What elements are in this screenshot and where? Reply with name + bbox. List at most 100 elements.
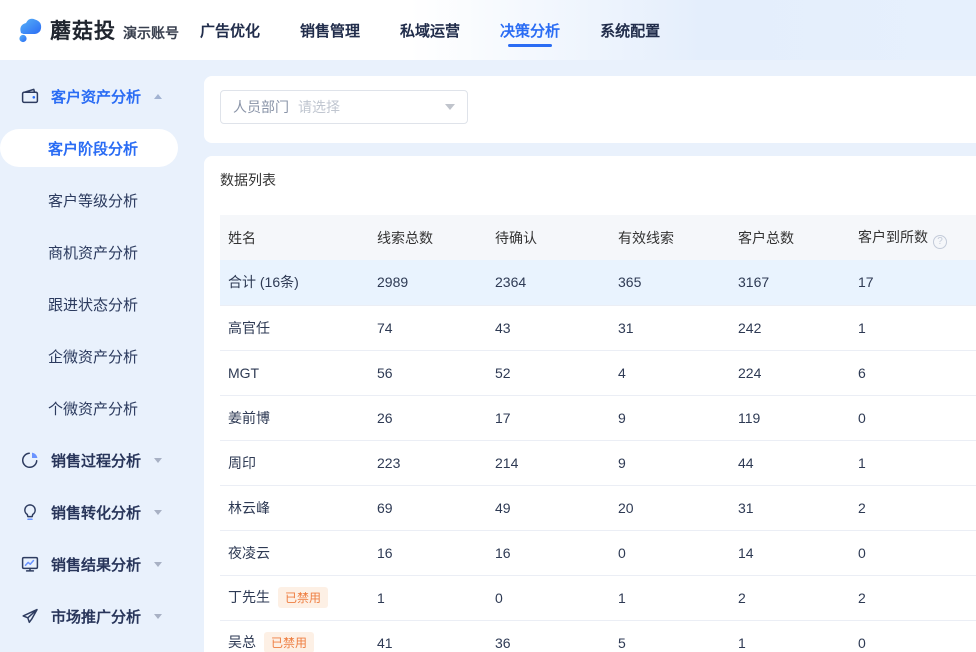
disabled-badge: 已禁用 <box>264 632 314 652</box>
data-table: 姓名线索总数待确认有效线索客户总数客户到所数? 合计 (16条)29892364… <box>220 215 976 652</box>
cell-total-customers: 14 <box>730 530 850 575</box>
sidebar-group-label: 客户资产分析 <box>51 86 141 107</box>
filter-card: 人员部门 请选择 <box>204 76 976 143</box>
pie-chart-icon <box>20 450 40 470</box>
table-header-row: 姓名线索总数待确认有效线索客户总数客户到所数? <box>220 215 976 260</box>
cell-total-customers: 224 <box>730 350 850 395</box>
cell-customers-arrived: 2 <box>850 485 976 530</box>
cell-valid-leads: 9 <box>610 440 730 485</box>
cell-total-customers: 31 <box>730 485 850 530</box>
cell-total-leads: 74 <box>369 305 487 350</box>
cell-total-leads: 56 <box>369 350 487 395</box>
cell-total-customers: 1 <box>730 620 850 652</box>
cell-valid-leads: 31 <box>610 305 730 350</box>
column-header-valid-leads: 有效线索 <box>610 215 730 260</box>
sidebar-item-wecom-asset[interactable]: 企微资产分析 <box>0 330 200 382</box>
monitor-chart-icon <box>20 554 40 574</box>
sidebar-group-sales-process[interactable]: 销售过程分析 <box>0 434 200 486</box>
cell-total-leads: 26 <box>369 395 487 440</box>
caret-up-icon <box>154 94 162 99</box>
nav-item-private-domain[interactable]: 私域运营 <box>400 0 460 60</box>
cell-customers-arrived: 0 <box>850 530 976 575</box>
cell-pending-confirm: 16 <box>487 530 610 575</box>
table-row: MGT565242246 <box>220 350 976 395</box>
sidebar-group-label: 销售转化分析 <box>51 502 141 523</box>
app-logo[interactable]: 蘑菇投 演示账号 <box>14 14 179 46</box>
cell-total-leads: 1 <box>369 575 487 620</box>
section-title: 数据列表 <box>220 170 976 190</box>
table-row: 林云峰694920312 <box>220 485 976 530</box>
caret-down-icon <box>154 510 162 515</box>
column-header-pending-confirm: 待确认 <box>487 215 610 260</box>
cell-name: 合计 (16条) <box>220 260 369 305</box>
nav-item-sales-management[interactable]: 销售管理 <box>300 0 360 60</box>
sidebar-group-label: 市场推广分析 <box>51 606 141 627</box>
cell-total-customers: 242 <box>730 305 850 350</box>
caret-down-icon <box>154 458 162 463</box>
department-select[interactable]: 人员部门 请选择 <box>220 90 468 124</box>
caret-down-icon <box>154 614 162 619</box>
cell-total-leads: 223 <box>369 440 487 485</box>
cell-valid-leads: 0 <box>610 530 730 575</box>
cell-total-customers: 2 <box>730 575 850 620</box>
cell-valid-leads: 4 <box>610 350 730 395</box>
top-nav: 广告优化销售管理私域运营决策分析系统配置 <box>200 0 700 60</box>
sidebar-item-customer-stage[interactable]: 客户阶段分析 <box>0 129 178 167</box>
cell-total-leads: 2989 <box>369 260 487 305</box>
cell-total-customers: 44 <box>730 440 850 485</box>
cell-pending-confirm: 17 <box>487 395 610 440</box>
table-row: 周印2232149441 <box>220 440 976 485</box>
cell-customers-arrived: 17 <box>850 260 976 305</box>
cell-name: 吴总已禁用 <box>220 620 369 652</box>
cell-pending-confirm: 43 <box>487 305 610 350</box>
sidebar-group-sales-result[interactable]: 销售结果分析 <box>0 538 200 590</box>
table-row: 高官任7443312421 <box>220 305 976 350</box>
table-body: 合计 (16条)29892364365316717高官任7443312421MG… <box>220 260 976 652</box>
sidebar-group-customer-asset[interactable]: 客户资产分析 <box>0 70 200 122</box>
sidebar-group-sales-conversion[interactable]: 销售转化分析 <box>0 486 200 538</box>
cell-total-leads: 41 <box>369 620 487 652</box>
sidebar-item-opportunity-asset[interactable]: 商机资产分析 <box>0 226 200 278</box>
sidebar-group-market-promotion[interactable]: 市场推广分析 <box>0 590 200 642</box>
brand-subtitle: 演示账号 <box>123 23 179 43</box>
disabled-badge: 已禁用 <box>278 587 328 608</box>
table-row: 夜凌云16160140 <box>220 530 976 575</box>
cell-name: 姜前博 <box>220 395 369 440</box>
table-row: 吴总已禁用4136510 <box>220 620 976 652</box>
data-list-card: 数据列表 姓名线索总数待确认有效线索客户总数客户到所数? 合计 (16条)298… <box>204 156 976 652</box>
table-row: 丁先生已禁用10122 <box>220 575 976 620</box>
cell-pending-confirm: 2364 <box>487 260 610 305</box>
top-bar: 蘑菇投 演示账号 广告优化销售管理私域运营决策分析系统配置 <box>0 0 976 60</box>
brand-name: 蘑菇投 <box>50 15 116 45</box>
cell-total-customers: 3167 <box>730 260 850 305</box>
cell-customers-arrived: 6 <box>850 350 976 395</box>
cell-name: 林云峰 <box>220 485 369 530</box>
nav-item-ad-optimization[interactable]: 广告优化 <box>200 0 260 60</box>
chevron-down-icon <box>445 104 455 110</box>
cell-customers-arrived: 0 <box>850 620 976 652</box>
cell-pending-confirm: 36 <box>487 620 610 652</box>
cell-pending-confirm: 52 <box>487 350 610 395</box>
nav-item-system-config[interactable]: 系统配置 <box>600 0 660 60</box>
cell-customers-arrived: 2 <box>850 575 976 620</box>
summary-row: 合计 (16条)29892364365316717 <box>220 260 976 305</box>
sidebar-item-followup-status[interactable]: 跟进状态分析 <box>0 278 200 330</box>
question-mark-icon[interactable]: ? <box>933 235 947 249</box>
cell-total-leads: 16 <box>369 530 487 575</box>
table-head: 姓名线索总数待确认有效线索客户总数客户到所数? <box>220 215 976 260</box>
sidebar-item-personal-wechat-asset[interactable]: 个微资产分析 <box>0 382 200 434</box>
lightbulb-icon <box>20 502 40 522</box>
cell-name: 周印 <box>220 440 369 485</box>
nav-item-decision-analysis[interactable]: 决策分析 <box>500 0 560 60</box>
cell-total-customers: 119 <box>730 395 850 440</box>
sidebar-group-label: 销售结果分析 <box>51 554 141 575</box>
sidebar-item-customer-level[interactable]: 客户等级分析 <box>0 174 200 226</box>
caret-down-icon <box>154 562 162 567</box>
wallet-icon <box>20 86 40 106</box>
cell-pending-confirm: 0 <box>487 575 610 620</box>
cell-valid-leads: 1 <box>610 575 730 620</box>
main-content: 人员部门 请选择 数据列表 姓名线索总数待确认有效线索客户总数客户到所数? 合计… <box>200 60 976 652</box>
cell-valid-leads: 5 <box>610 620 730 652</box>
cell-valid-leads: 20 <box>610 485 730 530</box>
table-row: 姜前博261791190 <box>220 395 976 440</box>
